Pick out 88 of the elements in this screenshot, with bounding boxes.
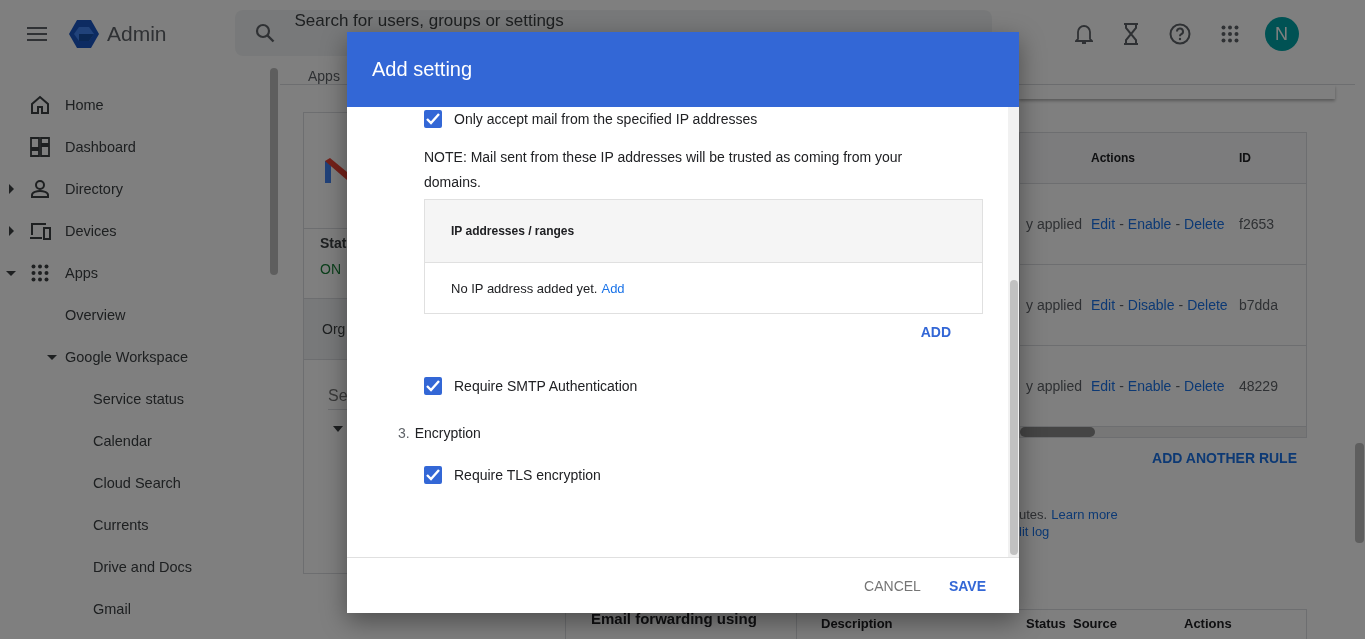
- separator: -: [1119, 297, 1124, 313]
- sidebar-item[interactable]: Cloud Search: [93, 475, 181, 491]
- scrollbar-thumb[interactable]: [1355, 443, 1364, 543]
- add-rule-button[interactable]: ADD ANOTHER RULE: [1144, 446, 1305, 470]
- user-avatar[interactable]: N: [1264, 17, 1299, 51]
- sidebar-item[interactable]: Service status: [93, 391, 185, 407]
- cancel-button[interactable]: CANCEL: [856, 569, 929, 602]
- sidebar-item[interactable]: Currents: [93, 517, 149, 533]
- sidebar-item[interactable]: Devices: [65, 223, 117, 239]
- menu-icon[interactable]: [27, 27, 47, 41]
- caret-icon[interactable]: [6, 268, 16, 278]
- note-text: NOTE: Mail sent from these IP addresses will be trusted as coming from your domains.: [424, 148, 904, 192]
- table-cell-text: y applied: [1025, 378, 1084, 394]
- dashboard-icon: [30, 137, 50, 157]
- add-link[interactable]: Add: [601, 280, 625, 296]
- action-link[interactable]: Delete: [1184, 378, 1225, 394]
- person-icon: [30, 179, 50, 199]
- caret-icon[interactable]: [333, 426, 343, 432]
- sidebar-item[interactable]: Calendar: [93, 433, 152, 449]
- hourglass-icon[interactable]: [1122, 23, 1139, 45]
- sidebar-item[interactable]: Google Workspace: [65, 349, 189, 365]
- checkbox[interactable]: [424, 377, 442, 395]
- apps-grid-icon[interactable]: [1220, 25, 1239, 43]
- apps-grid-icon: [31, 264, 49, 282]
- sidebar-item[interactable]: Directory: [65, 181, 123, 197]
- column-header: IP addresses / ranges: [451, 224, 575, 238]
- bell-icon[interactable]: [1074, 23, 1093, 45]
- table-cell-text: b7dda: [1239, 297, 1279, 313]
- checkbox[interactable]: [424, 466, 442, 484]
- column-header: Actions: [1184, 616, 1233, 631]
- sidebar-item[interactable]: Overview: [65, 307, 126, 323]
- sidebar-item[interactable]: Gmail: [93, 601, 131, 617]
- action-link[interactable]: Enable: [1127, 378, 1172, 394]
- caret-icon[interactable]: [47, 352, 57, 362]
- dialog-title: Add setting: [372, 58, 473, 81]
- separator: -: [1175, 216, 1181, 232]
- scrollbar-thumb[interactable]: [1010, 280, 1018, 555]
- app-logo-icon: [325, 156, 347, 185]
- separator: -: [1175, 378, 1181, 394]
- add-button[interactable]: ADD: [910, 320, 961, 344]
- logo-icon: [69, 20, 99, 48]
- sidebar-item[interactable]: Drive and Docs: [93, 559, 193, 575]
- checkbox-label: Only accept mail from the specified IP addresses: [454, 111, 758, 127]
- section-number: 3.: [398, 425, 410, 441]
- help-icon[interactable]: [1168, 23, 1191, 45]
- column-header: Status: [1026, 616, 1067, 631]
- breadcrumb-link[interactable]: Apps: [308, 68, 340, 84]
- action-link[interactable]: Delete: [1184, 216, 1225, 232]
- caret-icon[interactable]: [6, 184, 16, 194]
- table-cell-text: f2653: [1239, 216, 1276, 232]
- scrollbar-thumb[interactable]: [270, 68, 278, 275]
- action-link[interactable]: Edit: [1091, 216, 1116, 232]
- sidebar-item[interactable]: Dashboard: [65, 139, 136, 155]
- sidebar-item[interactable]: Home: [65, 97, 104, 113]
- action-link[interactable]: Edit: [1091, 297, 1116, 313]
- product-name: Admin: [107, 22, 167, 46]
- separator: -: [1119, 378, 1124, 394]
- org-unit-label: Org: [322, 321, 346, 337]
- separator: -: [1178, 297, 1184, 313]
- caret-icon[interactable]: [6, 226, 16, 236]
- column-header: Description: [821, 616, 894, 631]
- search-icon: [254, 23, 275, 43]
- separator: -: [1119, 216, 1124, 232]
- checkbox-label: Require SMTP Authentication: [454, 378, 638, 394]
- status-label: Stat: [320, 235, 347, 251]
- learn-more-link[interactable]: Learn more: [1051, 507, 1118, 522]
- devices-icon: [29, 221, 51, 241]
- column-header: Actions: [1091, 151, 1136, 165]
- checkbox-label: Require TLS encryption: [454, 467, 601, 483]
- section-title: Encryption: [414, 425, 481, 441]
- note-text: utes.: [1019, 507, 1048, 522]
- table-cell-text: 48229: [1239, 378, 1279, 394]
- action-link[interactable]: Delete: [1187, 297, 1228, 313]
- checkbox[interactable]: [424, 110, 442, 128]
- sidebar-item[interactable]: Apps: [65, 265, 99, 281]
- home-icon: [30, 95, 50, 115]
- action-link[interactable]: Enable: [1127, 216, 1172, 232]
- status-value: ON: [320, 261, 342, 277]
- action-link[interactable]: Disable: [1127, 297, 1175, 313]
- table-cell-text: y applied: [1025, 216, 1084, 232]
- empty-message: No IP address added yet.: [451, 280, 598, 296]
- table-cell-text: y applied: [1025, 297, 1084, 313]
- column-header: ID: [1239, 151, 1252, 165]
- scrollbar-thumb[interactable]: [1020, 427, 1095, 437]
- action-link[interactable]: Edit: [1091, 378, 1116, 394]
- save-button[interactable]: SAVE: [940, 569, 994, 602]
- audit-log-link[interactable]: lit log: [1019, 524, 1050, 539]
- column-header: Source: [1073, 616, 1119, 631]
